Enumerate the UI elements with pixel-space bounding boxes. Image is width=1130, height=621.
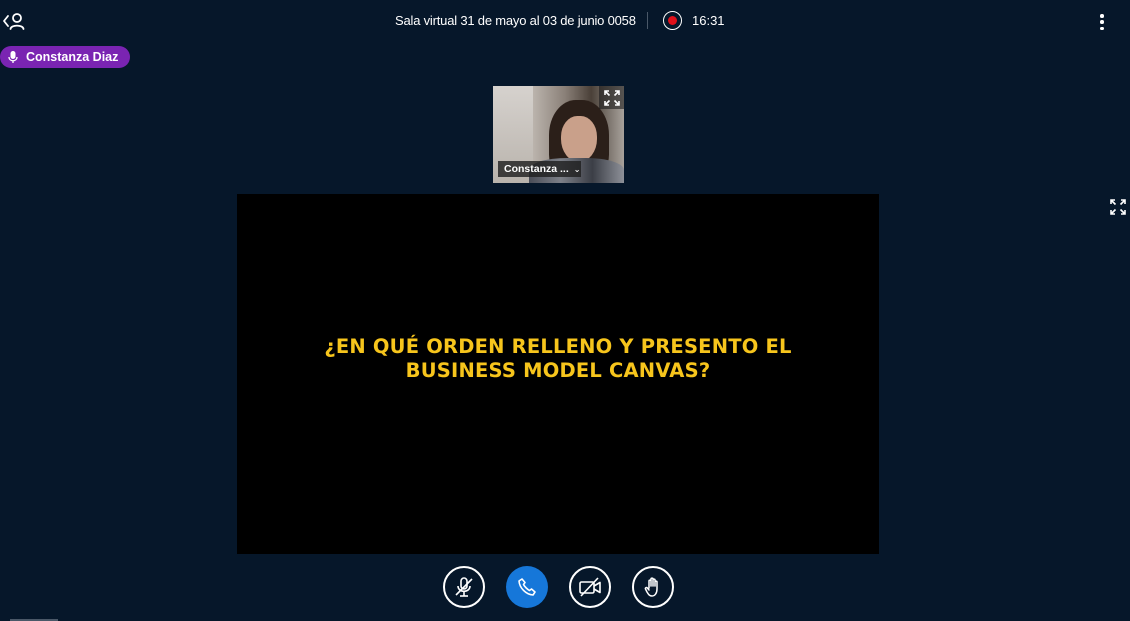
slide-title-line-2: BUSINESS MODEL CANVAS? — [405, 359, 711, 382]
room-title: Sala virtual 31 de mayo al 03 de junio 0… — [395, 13, 636, 28]
top-bar: Sala virtual 31 de mayo al 03 de junio 0… — [0, 0, 1130, 42]
mute-microphone-button[interactable] — [443, 566, 485, 608]
fullscreen-icon — [1110, 199, 1126, 215]
webcam-tile[interactable]: Constanza ... ⌄ — [493, 86, 624, 183]
leave-audio-button[interactable] — [506, 566, 548, 608]
slide-title-line-1: ¿EN QUÉ ORDEN RELLENO Y PRESENTO EL — [324, 335, 792, 358]
camera-off-icon — [579, 577, 601, 597]
recording-time: 16:31 — [692, 13, 725, 28]
header-divider — [647, 12, 648, 29]
raise-hand-icon — [644, 577, 658, 597]
share-webcam-button[interactable] — [569, 566, 611, 608]
more-options-icon-dot — [1100, 20, 1104, 24]
microphone-icon — [6, 50, 20, 64]
webcam-person-face — [561, 116, 597, 162]
phone-icon — [518, 578, 536, 596]
user-list-icon — [3, 13, 25, 30]
raise-hand-button[interactable] — [632, 566, 674, 608]
presentation-fullscreen-button[interactable] — [1108, 197, 1128, 217]
user-list-toggle[interactable] — [2, 10, 26, 32]
webcam-user-menu[interactable]: Constanza ... ⌄ — [498, 161, 581, 177]
mic-muted-icon — [455, 577, 473, 597]
presentation-area: ¿EN QUÉ ORDEN RELLENO Y PRESENTO EL BUSI… — [237, 194, 879, 554]
webcam-user-label: Constanza ... — [504, 163, 569, 175]
fullscreen-icon — [603, 89, 620, 106]
talking-user-name: Constanza Diaz — [26, 50, 119, 64]
more-options-icon-dot — [1100, 26, 1104, 30]
more-options-icon-dot — [1100, 14, 1104, 18]
talking-indicator[interactable]: Constanza Diaz — [0, 46, 131, 68]
slide-title: ¿EN QUÉ ORDEN RELLENO Y PRESENTO EL BUSI… — [237, 335, 879, 383]
recording-indicator-icon — [668, 16, 677, 25]
recording-button[interactable] — [663, 11, 682, 30]
more-options-button[interactable] — [1094, 12, 1110, 32]
chevron-down-icon: ⌄ — [573, 164, 581, 174]
conference-room: Sala virtual 31 de mayo al 03 de junio 0… — [0, 0, 1130, 621]
webcam-fullscreen-button[interactable] — [599, 86, 624, 109]
